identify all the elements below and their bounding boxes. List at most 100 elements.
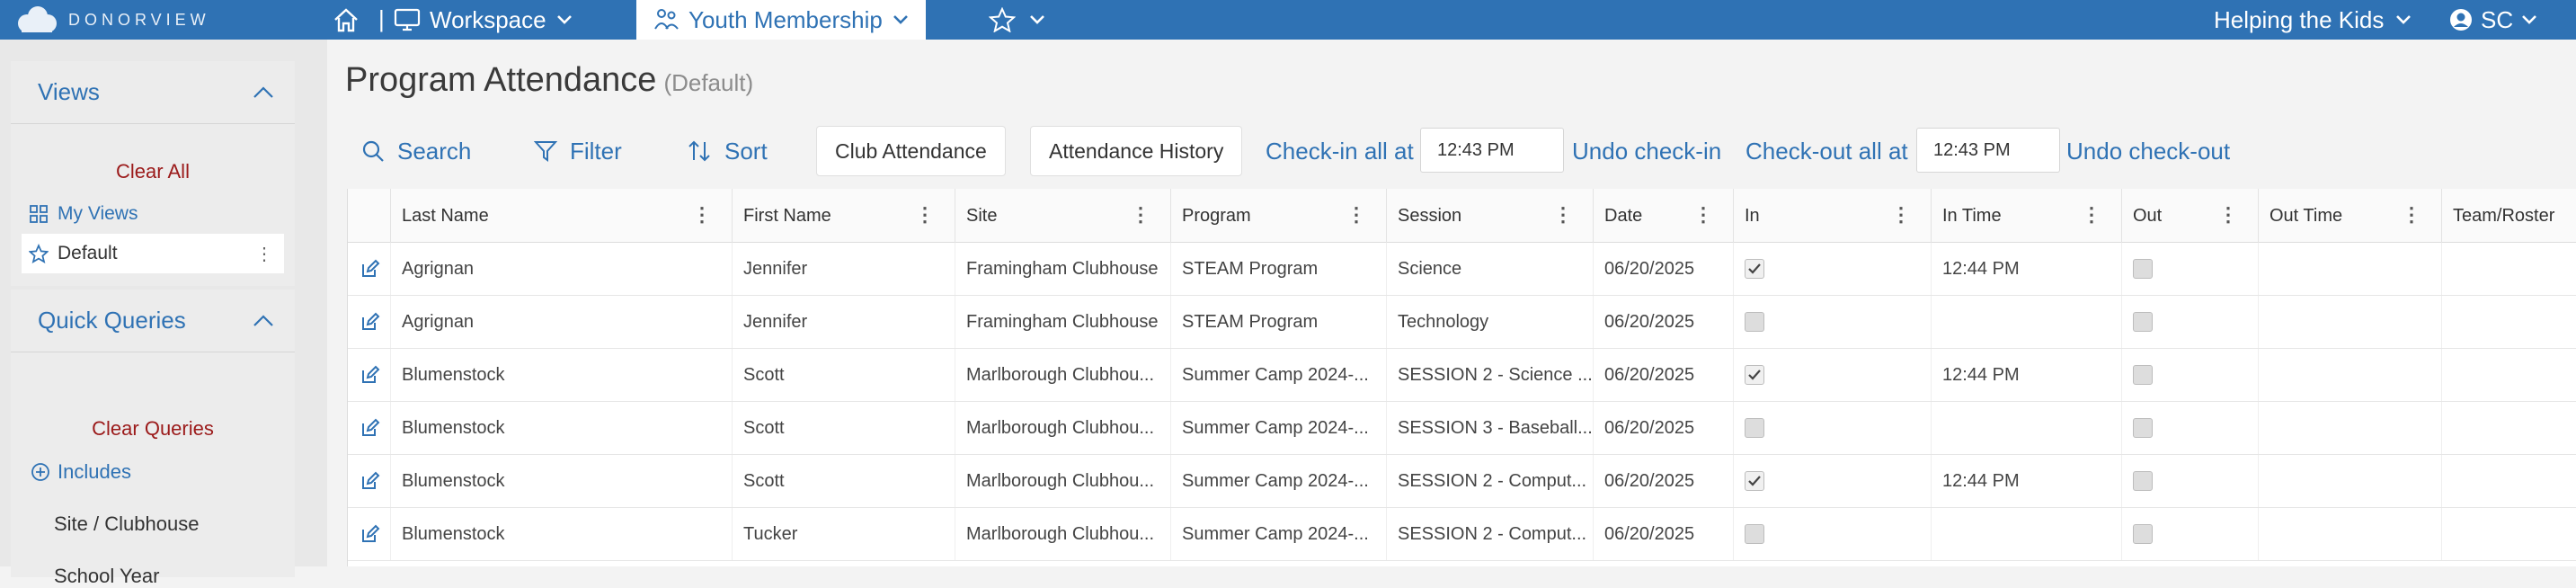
column-header-out[interactable]: Out ⋮ bbox=[2122, 189, 2259, 243]
brand-logo[interactable]: DONORVIEW bbox=[14, 4, 210, 36]
table-row[interactable]: Agrignan Jennifer Framingham Clubhouse STEA… bbox=[348, 243, 2576, 296]
cell-date: 06/20/2025 bbox=[1594, 508, 1734, 560]
filter-button[interactable]: Filter bbox=[534, 124, 622, 178]
edit-row-button[interactable] bbox=[348, 296, 391, 348]
cell-site: Framingham Clubhouse bbox=[955, 296, 1171, 348]
column-menu-icon[interactable]: ⋮ bbox=[915, 203, 935, 227]
checkmark-icon bbox=[1748, 476, 1761, 486]
column-menu-icon[interactable]: ⋮ bbox=[1346, 203, 1366, 227]
column-header-site[interactable]: Site ⋮ bbox=[955, 189, 1171, 243]
column-header-in[interactable]: In ⋮ bbox=[1734, 189, 1932, 243]
edit-row-button[interactable] bbox=[348, 455, 391, 507]
home-button[interactable] bbox=[333, 0, 360, 40]
search-button[interactable]: Search bbox=[361, 124, 471, 178]
column-menu-icon[interactable]: ⋮ bbox=[1693, 203, 1713, 227]
cell-session: SESSION 2 - Comput... bbox=[1387, 455, 1594, 507]
column-header-first-name[interactable]: First Name ⋮ bbox=[733, 189, 955, 243]
club-attendance-button[interactable]: Club Attendance bbox=[816, 126, 1006, 176]
favorites-menu[interactable] bbox=[989, 0, 1046, 40]
kebab-menu-icon[interactable]: ⋮ bbox=[255, 243, 273, 265]
cell-program: Summer Camp 2024-... bbox=[1171, 402, 1387, 454]
column-menu-icon[interactable]: ⋮ bbox=[1553, 203, 1573, 227]
query-school-year[interactable]: School Year bbox=[54, 565, 159, 588]
chevron-down-icon bbox=[2522, 15, 2537, 24]
column-menu-icon[interactable]: ⋮ bbox=[2402, 203, 2421, 227]
views-panel-header[interactable]: Views bbox=[11, 61, 295, 124]
checkout-checkbox[interactable] bbox=[2133, 259, 2153, 279]
column-header-team-roster[interactable]: Team/Roster bbox=[2442, 189, 2576, 243]
attendance-history-button[interactable]: Attendance History bbox=[1030, 126, 1243, 176]
filter-label: Filter bbox=[570, 137, 622, 165]
table-row[interactable]: Agrignan Jennifer Framingham Clubhouse STEA… bbox=[348, 296, 2576, 349]
cell-session: SESSION 3 - Baseball... bbox=[1387, 402, 1594, 454]
checkmark-icon bbox=[1748, 263, 1761, 274]
column-menu-icon[interactable]: ⋮ bbox=[1891, 203, 1911, 227]
checkout-checkbox[interactable] bbox=[2133, 471, 2153, 491]
checkin-checkbox[interactable] bbox=[1745, 365, 1764, 385]
checkin-checkbox[interactable] bbox=[1745, 259, 1764, 279]
query-site-clubhouse[interactable]: Site / Clubhouse bbox=[54, 512, 199, 536]
organization-label: Helping the Kids bbox=[2214, 5, 2385, 33]
clear-all-link[interactable]: Clear All bbox=[11, 160, 295, 183]
page-title-text: Program Attendance bbox=[345, 61, 657, 99]
column-header-in-time[interactable]: In Time ⋮ bbox=[1932, 189, 2122, 243]
column-header-program[interactable]: Program ⋮ bbox=[1171, 189, 1387, 243]
table-row[interactable]: Blumenstock Scott Marlborough Clubhou... Su… bbox=[348, 402, 2576, 455]
undo-checkout-link[interactable]: Undo check-out bbox=[2066, 124, 2230, 178]
checkout-time-input[interactable] bbox=[1916, 128, 2060, 173]
column-header-date[interactable]: Date ⋮ bbox=[1594, 189, 1734, 243]
checkin-checkbox[interactable] bbox=[1745, 471, 1764, 491]
checkin-checkbox[interactable] bbox=[1745, 312, 1764, 332]
filter-icon bbox=[534, 141, 557, 162]
checkout-checkbox[interactable] bbox=[2133, 365, 2153, 385]
checkin-checkbox[interactable] bbox=[1745, 524, 1764, 544]
clear-queries-link[interactable]: Clear Queries bbox=[11, 417, 295, 441]
cell-team-roster bbox=[2442, 243, 2576, 295]
column-menu-icon[interactable]: ⋮ bbox=[1131, 203, 1150, 227]
edit-row-button[interactable] bbox=[348, 508, 391, 560]
cell-last-name: Blumenstock bbox=[391, 402, 733, 454]
table-row[interactable]: Blumenstock Tucker Marlborough Clubhou... S… bbox=[348, 508, 2576, 561]
my-views-item[interactable]: My Views bbox=[22, 194, 284, 234]
edit-row-button[interactable] bbox=[348, 402, 391, 454]
table-row[interactable]: Blumenstock Scott Marlborough Clubhou... Su… bbox=[348, 455, 2576, 508]
quick-queries-header[interactable]: Quick Queries bbox=[11, 290, 295, 352]
organization-menu[interactable]: Helping the Kids bbox=[2214, 0, 2412, 40]
column-header-label: Site bbox=[966, 205, 998, 226]
column-header-last-name[interactable]: Last Name ⋮ bbox=[391, 189, 733, 243]
checkout-all-link[interactable]: Check-out all at bbox=[1745, 124, 1908, 178]
cell-out-time bbox=[2259, 508, 2442, 560]
column-header-out-time[interactable]: Out Time ⋮ bbox=[2259, 189, 2442, 243]
column-menu-icon[interactable]: ⋮ bbox=[692, 203, 712, 227]
cell-in bbox=[1734, 296, 1932, 348]
user-menu[interactable]: SC bbox=[2448, 0, 2538, 40]
checkin-time-input[interactable] bbox=[1420, 128, 1564, 173]
edit-icon bbox=[362, 259, 380, 277]
checkin-checkbox[interactable] bbox=[1745, 418, 1764, 438]
checkout-checkbox[interactable] bbox=[2133, 418, 2153, 438]
checkout-checkbox[interactable] bbox=[2133, 524, 2153, 544]
column-menu-icon[interactable]: ⋮ bbox=[2218, 203, 2238, 227]
youth-membership-label: Youth Membership bbox=[688, 5, 883, 33]
column-header-session[interactable]: Session ⋮ bbox=[1387, 189, 1594, 243]
cell-last-name: Blumenstock bbox=[391, 349, 733, 401]
checkout-checkbox[interactable] bbox=[2133, 312, 2153, 332]
column-header-label: In Time bbox=[1942, 205, 2002, 226]
cell-team-roster bbox=[2442, 296, 2576, 348]
workspace-menu[interactable]: Workspace bbox=[394, 0, 573, 40]
sort-button[interactable]: Sort bbox=[687, 124, 768, 178]
table-row[interactable]: Blumenstock Scott Marlborough Clubhou... Su… bbox=[348, 349, 2576, 402]
includes-toggle[interactable]: Includes bbox=[31, 460, 131, 484]
column-menu-icon[interactable]: ⋮ bbox=[2082, 203, 2101, 227]
default-view-item[interactable]: Default ⋮ bbox=[22, 234, 284, 273]
edit-row-button[interactable] bbox=[348, 349, 391, 401]
column-header-label: Session bbox=[1398, 205, 1462, 226]
cell-program: STEAM Program bbox=[1171, 243, 1387, 295]
cell-session: Science bbox=[1387, 243, 1594, 295]
column-header-label: Last Name bbox=[402, 205, 489, 226]
youth-membership-tab[interactable]: Youth Membership bbox=[636, 0, 926, 40]
edit-row-button[interactable] bbox=[348, 243, 391, 295]
cell-site: Marlborough Clubhou... bbox=[955, 402, 1171, 454]
undo-checkin-link[interactable]: Undo check-in bbox=[1572, 124, 1721, 178]
checkin-all-link[interactable]: Check-in all at bbox=[1266, 124, 1414, 178]
